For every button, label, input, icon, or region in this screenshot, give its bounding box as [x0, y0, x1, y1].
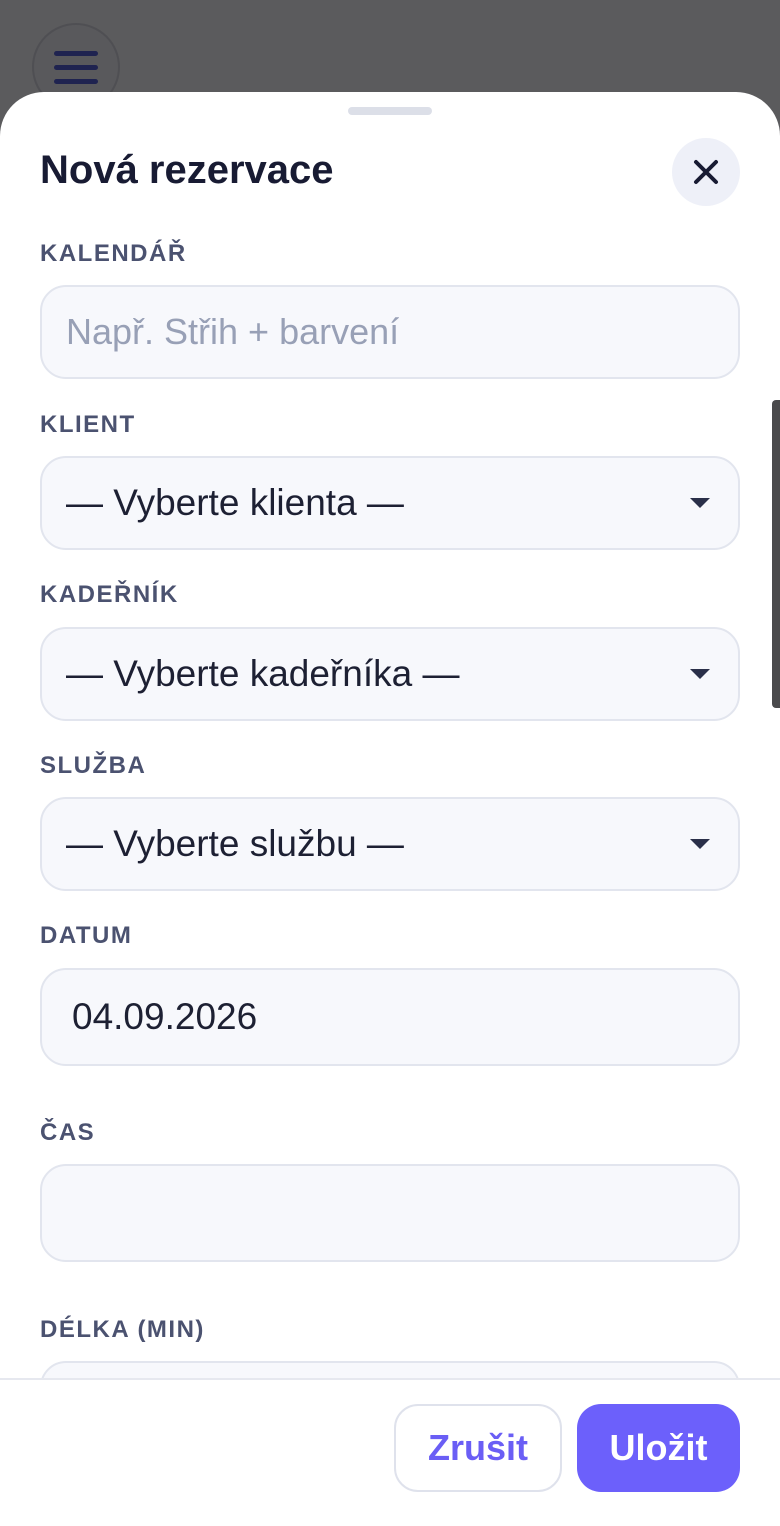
client-label: KLIENT	[40, 411, 136, 438]
chevron-down-icon	[690, 839, 710, 849]
sheet-footer: Zrušit Uložit	[0, 1378, 780, 1526]
client-select[interactable]: — Vyberte klienta —	[40, 456, 740, 550]
duration-label: DÉLKA (MIN)	[40, 1316, 205, 1343]
calendar-label: KALENDÁŘ	[40, 240, 187, 267]
calendar-placeholder: Např. Střih + barvení	[66, 311, 400, 352]
chevron-down-icon	[690, 669, 710, 679]
close-button[interactable]	[672, 138, 740, 206]
menu-icon-bar	[54, 50, 98, 56]
service-select[interactable]: — Vyberte službu —	[40, 797, 740, 891]
menu-icon-bar	[54, 78, 98, 84]
service-select-value: — Vyberte službu —	[66, 823, 404, 864]
save-button[interactable]: Uložit	[577, 1404, 740, 1492]
cancel-button[interactable]: Zrušit	[394, 1404, 562, 1492]
scrollbar[interactable]	[772, 400, 780, 708]
service-label: SLUŽBA	[40, 752, 147, 779]
close-icon	[694, 160, 718, 184]
menu-icon-bar	[54, 64, 98, 70]
date-input[interactable]: 04.09.2026	[40, 968, 740, 1066]
hairdresser-label: KADEŘNÍK	[40, 581, 179, 608]
time-input[interactable]	[40, 1164, 740, 1262]
client-select-value: — Vyberte klienta —	[66, 482, 404, 523]
chevron-down-icon	[690, 498, 710, 508]
reservation-sheet: Nová rezervace KALENDÁŘ Např. Střih + ba…	[0, 92, 780, 1526]
time-label: ČAS	[40, 1119, 96, 1146]
calendar-input[interactable]: Např. Střih + barvení	[40, 285, 740, 379]
date-label: DATUM	[40, 922, 133, 949]
hairdresser-select[interactable]: — Vyberte kadeřníka —	[40, 627, 740, 721]
date-value: 04.09.2026	[72, 996, 258, 1037]
hairdresser-select-value: — Vyberte kadeřníka —	[66, 653, 460, 694]
drag-handle[interactable]	[348, 107, 432, 115]
sheet-title: Nová rezervace	[40, 148, 334, 192]
